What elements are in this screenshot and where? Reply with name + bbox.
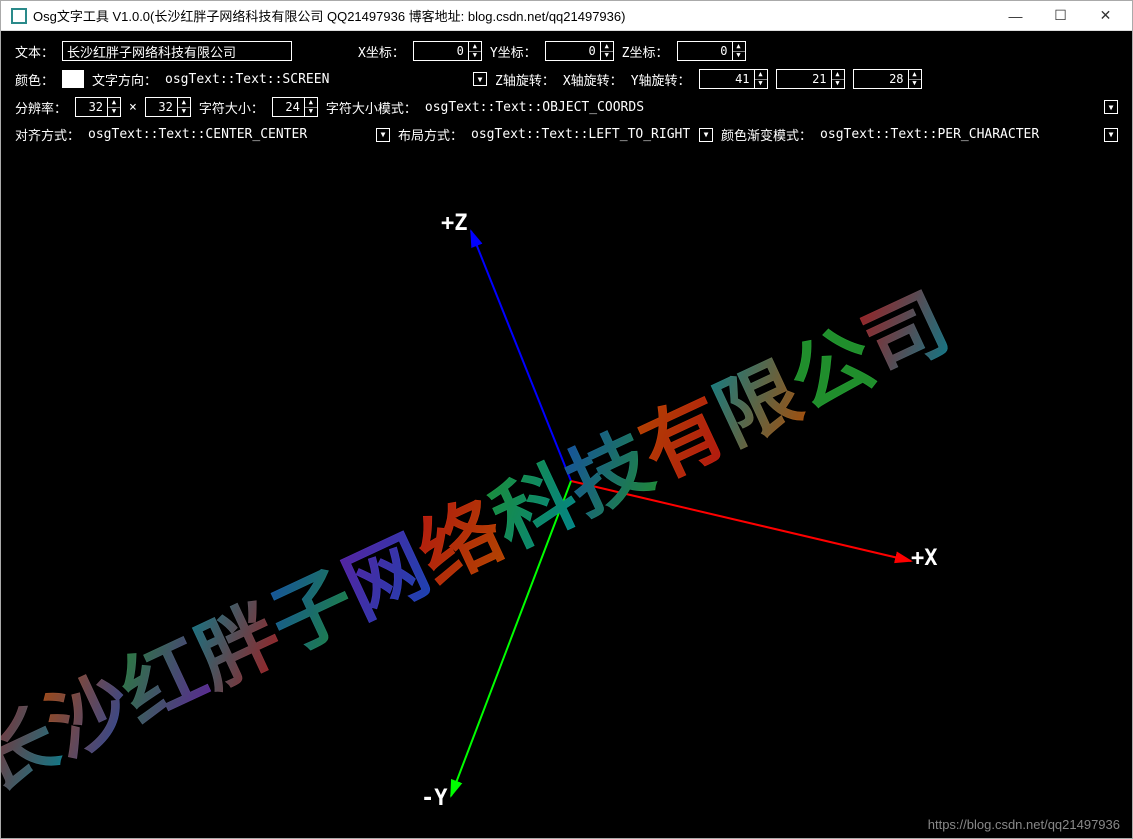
rot3-input[interactable] (853, 69, 908, 89)
rot1-spinner[interactable]: ▲▼ (699, 69, 768, 89)
down-arrow-icon[interactable]: ▼ (108, 108, 120, 117)
up-arrow-icon[interactable]: ▲ (755, 70, 767, 80)
gradient-label: 颜色渐变模式： (721, 125, 812, 144)
down-arrow-icon[interactable]: ▼ (755, 80, 767, 89)
fontmode-label: 字符大小模式： (326, 98, 417, 117)
z-coord-spinner[interactable]: ▲▼ (677, 41, 746, 61)
layout-dropdown[interactable]: ▼ (699, 128, 713, 142)
color-label: 颜色： (15, 70, 54, 89)
xrot-label: X轴旋转： (563, 70, 623, 89)
axis-z-label: +Z (441, 211, 468, 236)
minimize-button[interactable]: — (993, 1, 1038, 30)
row-color-rotation: 颜色： 文字方向： osgText::Text::SCREEN ▼ Z轴旋转： … (15, 69, 1118, 89)
direction-dropdown[interactable]: ▼ (473, 72, 487, 86)
gradient-dropdown[interactable]: ▼ (1104, 128, 1118, 142)
rot2-input[interactable] (776, 69, 831, 89)
down-arrow-icon[interactable]: ▼ (909, 80, 921, 89)
up-arrow-icon[interactable]: ▲ (305, 98, 317, 108)
fontmode-dropdown[interactable]: ▼ (1104, 100, 1118, 114)
row-resolution: 分辨率： ▲▼ × ▲▼ 字符大小： ▲▼ 字符大小模式： osgText::T… (15, 97, 1118, 117)
app-window: Osg文字工具 V1.0.0(长沙红胖子网络科技有限公司 QQ21497936 … (0, 0, 1133, 839)
resolution-label: 分辨率： (15, 98, 67, 117)
close-button[interactable]: ✕ (1083, 1, 1128, 30)
align-dropdown[interactable]: ▼ (376, 128, 390, 142)
fontsize-input[interactable] (272, 97, 304, 117)
y-coord-input[interactable] (545, 41, 600, 61)
up-arrow-icon[interactable]: ▲ (469, 42, 481, 52)
rot3-spinner[interactable]: ▲▼ (853, 69, 922, 89)
viewport-3d[interactable]: +Z +X -Y 长沙红胖子网络科技有限公司 (1, 201, 1132, 838)
down-arrow-icon[interactable]: ▼ (832, 80, 844, 89)
res-h-spinner[interactable]: ▲▼ (145, 97, 191, 117)
direction-value: osgText::Text::SCREEN (165, 72, 465, 87)
text-input[interactable] (62, 41, 292, 61)
up-arrow-icon[interactable]: ▲ (733, 42, 745, 52)
watermark: https://blog.csdn.net/qq21497936 (928, 817, 1120, 832)
up-arrow-icon[interactable]: ▲ (832, 70, 844, 80)
client-area: 文本： X坐标： ▲▼ Y坐标： ▲▼ Z坐标： ▲▼ (1, 31, 1132, 838)
res-w-spinner[interactable]: ▲▼ (75, 97, 121, 117)
row-text-coords: 文本： X坐标： ▲▼ Y坐标： ▲▼ Z坐标： ▲▼ (15, 41, 1118, 61)
x-coord-input[interactable] (413, 41, 468, 61)
z-coord-label: Z坐标： (622, 42, 669, 61)
zrot-label: Z轴旋转： (495, 70, 555, 89)
fontmode-value: osgText::Text::OBJECT_COORDS (425, 100, 1096, 115)
up-arrow-icon[interactable]: ▲ (178, 98, 190, 108)
layout-label: 布局方式： (398, 125, 463, 144)
res-w-input[interactable] (75, 97, 107, 117)
y-coord-label: Y坐标： (490, 42, 537, 61)
fontsize-label: 字符大小： (199, 98, 264, 117)
down-arrow-icon[interactable]: ▼ (469, 52, 481, 61)
controls-panel: 文本： X坐标： ▲▼ Y坐标： ▲▼ Z坐标： ▲▼ (1, 31, 1132, 156)
gradient-value: osgText::Text::PER_CHARACTER (820, 127, 1096, 142)
res-h-input[interactable] (145, 97, 177, 117)
down-arrow-icon[interactable]: ▼ (601, 52, 613, 61)
down-arrow-icon[interactable]: ▼ (305, 108, 317, 117)
align-value: osgText::Text::CENTER_CENTER (88, 127, 368, 142)
yrot-label: Y轴旋转： (631, 70, 691, 89)
text-label: 文本： (15, 42, 54, 61)
maximize-button[interactable]: ☐ (1038, 1, 1083, 30)
rot2-spinner[interactable]: ▲▼ (776, 69, 845, 89)
titlebar: Osg文字工具 V1.0.0(长沙红胖子网络科技有限公司 QQ21497936 … (1, 1, 1132, 31)
row-align-layout: 对齐方式： osgText::Text::CENTER_CENTER ▼ 布局方… (15, 125, 1118, 144)
direction-label: 文字方向： (92, 70, 157, 89)
axis-y-label: -Y (421, 786, 448, 811)
z-coord-input[interactable] (677, 41, 732, 61)
color-swatch[interactable] (62, 70, 84, 88)
align-label: 对齐方式： (15, 125, 80, 144)
y-coord-spinner[interactable]: ▲▼ (545, 41, 614, 61)
window-title: Osg文字工具 V1.0.0(长沙红胖子网络科技有限公司 QQ21497936 … (33, 6, 993, 25)
x-coord-label: X坐标： (358, 42, 405, 61)
down-arrow-icon[interactable]: ▼ (733, 52, 745, 61)
up-arrow-icon[interactable]: ▲ (108, 98, 120, 108)
times-label: × (129, 100, 137, 115)
fontsize-spinner[interactable]: ▲▼ (272, 97, 318, 117)
axis-x-label: +X (911, 546, 938, 571)
app-icon (11, 8, 27, 24)
rot1-input[interactable] (699, 69, 754, 89)
up-arrow-icon[interactable]: ▲ (601, 42, 613, 52)
down-arrow-icon[interactable]: ▼ (178, 108, 190, 117)
up-arrow-icon[interactable]: ▲ (909, 70, 921, 80)
layout-value: osgText::Text::LEFT_TO_RIGHT (471, 127, 691, 142)
x-coord-spinner[interactable]: ▲▼ (413, 41, 482, 61)
